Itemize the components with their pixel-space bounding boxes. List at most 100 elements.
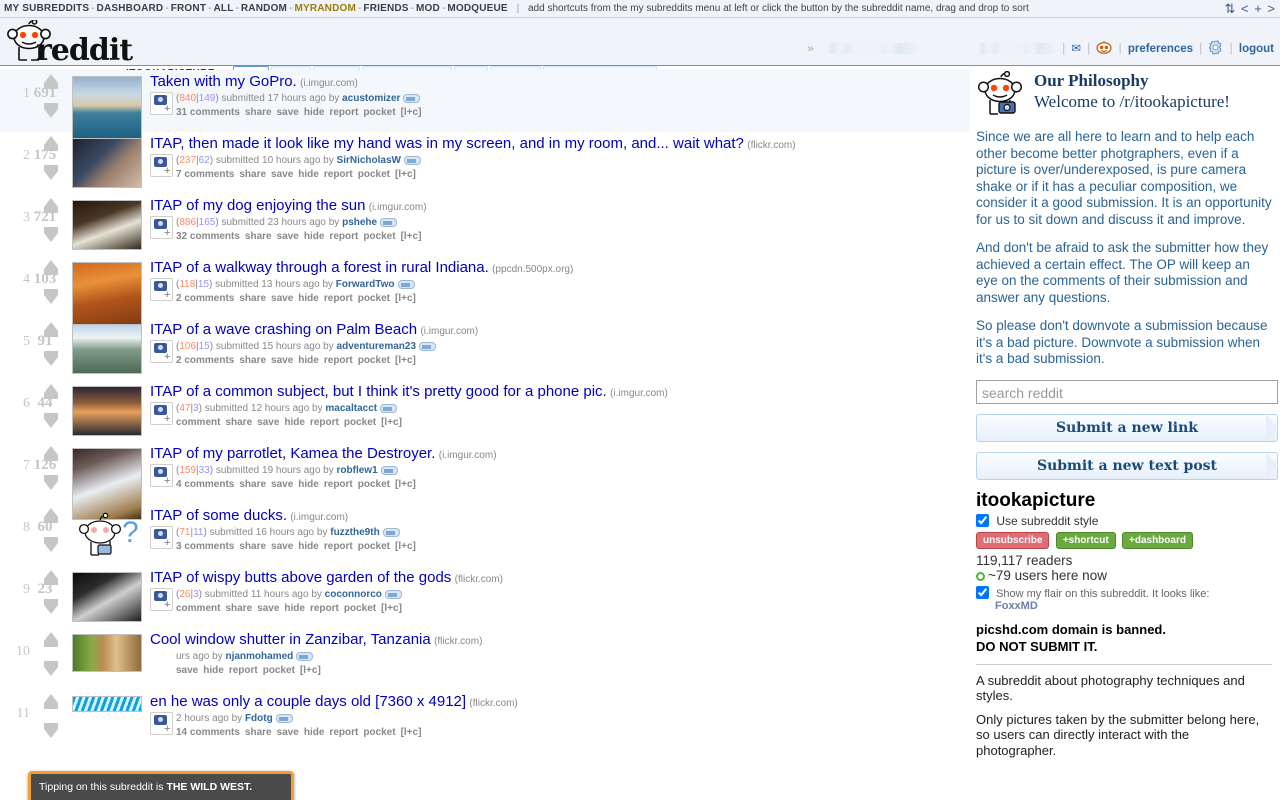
add-dashboard-button[interactable]: +dashboard [1122, 531, 1193, 549]
upvote-stem[interactable] [44, 331, 58, 337]
post-action-save[interactable]: save [271, 355, 293, 366]
expando-toggle-button[interactable]: + [150, 216, 173, 239]
post-action-lc[interactable]: [l+c] [395, 169, 416, 180]
upvote-stem[interactable] [44, 269, 58, 275]
post-title-link[interactable]: ITAP of my parrotlet, Kamea the Destroye… [150, 445, 435, 462]
post-title-link[interactable]: Taken with my GoPro. [150, 73, 297, 90]
downvote-arrow-icon[interactable] [44, 729, 58, 738]
chevron-double-right-icon[interactable]: » [807, 43, 813, 55]
downvote-button[interactable] [42, 723, 60, 738]
post-thumbnail[interactable] [72, 138, 142, 188]
post-action-report[interactable]: report [324, 541, 353, 552]
upvote-arrow-icon[interactable] [44, 570, 58, 579]
post-thumbnail[interactable] [72, 634, 142, 672]
downvote-button[interactable] [42, 165, 60, 180]
post-action-save[interactable]: save [271, 169, 293, 180]
upvote-arrow-icon[interactable] [44, 384, 58, 393]
downvote-button[interactable] [42, 661, 60, 676]
post-action-pocket[interactable]: pocket [358, 293, 390, 304]
upvote-arrow-icon[interactable] [44, 260, 58, 269]
post-domain[interactable]: (i.imgur.com) [439, 450, 497, 461]
post-title-link[interactable]: ITAP of a wave crashing on Palm Beach [150, 321, 417, 338]
post-action-pocket[interactable]: pocket [363, 727, 395, 738]
post-author-link[interactable]: Fdotg [245, 713, 273, 724]
post-action-report[interactable]: report [324, 479, 353, 490]
expando-toggle-button[interactable]: + [150, 340, 173, 363]
post-domain[interactable]: (ppcdn.500px.org) [492, 264, 573, 275]
downvote-button[interactable] [42, 351, 60, 366]
post-action-save[interactable]: save [271, 479, 293, 490]
envelope-icon[interactable]: ✉ [1071, 43, 1081, 55]
post-comments-link[interactable]: 3 comments [176, 541, 234, 552]
post-thumbnail[interactable] [72, 572, 142, 622]
downvote-button[interactable] [42, 227, 60, 242]
post-action-share[interactable]: share [239, 541, 266, 552]
post-action-save[interactable]: save [176, 665, 198, 676]
upvote-button[interactable] [42, 570, 60, 585]
downvote-arrow-icon[interactable] [44, 605, 58, 614]
upvote-arrow-icon[interactable] [44, 322, 58, 331]
post-domain[interactable]: (flickr.com) [455, 574, 503, 585]
shortcut-link-front[interactable]: FRONT [171, 3, 206, 14]
post-action-report[interactable]: report [324, 169, 353, 180]
post-action-lc[interactable]: [l+c] [401, 727, 422, 738]
post-thumbnail[interactable] [72, 200, 142, 250]
downvote-button[interactable] [42, 289, 60, 304]
upvote-stem[interactable] [44, 393, 58, 399]
post-action-hide[interactable]: hide [284, 417, 305, 428]
downvote-arrow-icon[interactable] [44, 667, 58, 676]
post-action-hide[interactable]: hide [298, 355, 319, 366]
post-action-save[interactable]: save [257, 417, 279, 428]
post-author-link[interactable]: robflew1 [337, 465, 378, 476]
upvote-button[interactable] [42, 322, 60, 337]
post-action-share[interactable]: share [239, 479, 266, 490]
logout-link[interactable]: logout [1239, 43, 1274, 55]
sort-updown-icon[interactable]: ⇅ [1224, 1, 1236, 16]
post-comments-link[interactable]: 14 comments [176, 727, 240, 738]
downvote-button[interactable] [42, 599, 60, 614]
downvote-arrow-icon[interactable] [44, 233, 58, 242]
upvote-button[interactable] [42, 198, 60, 213]
post-comments-link[interactable]: 2 comments [176, 355, 234, 366]
shortcut-link-mod[interactable]: MOD [416, 3, 440, 14]
post-action-pocket[interactable]: pocket [363, 231, 395, 242]
downvote-arrow-icon[interactable] [44, 419, 58, 428]
post-author-link[interactable]: njanmohamed [225, 651, 293, 662]
downvote-arrow-icon[interactable] [44, 109, 58, 118]
post-action-report[interactable]: report [229, 665, 258, 676]
post-domain[interactable]: (flickr.com) [469, 698, 517, 709]
reddit-gold-icon[interactable] [1096, 41, 1113, 54]
submit-text-label[interactable]: Submit a new text post [977, 453, 1277, 479]
post-domain[interactable]: (i.imgur.com) [420, 326, 478, 337]
reddit-wordmark[interactable]: reddit [36, 36, 133, 66]
post-comments-link[interactable]: comment [176, 417, 220, 428]
downvote-arrow-icon[interactable] [44, 357, 58, 366]
post-action-report[interactable]: report [310, 417, 339, 428]
post-action-report[interactable]: report [324, 355, 353, 366]
upvote-arrow-icon[interactable] [44, 694, 58, 703]
post-action-hide[interactable]: hide [304, 727, 325, 738]
shortcut-link-dashboard[interactable]: DASHBOARD [97, 3, 164, 14]
post-title-link[interactable]: ITAP of a common subject, but I think it… [150, 383, 607, 400]
post-action-share[interactable]: share [245, 107, 272, 118]
downvote-button[interactable] [42, 103, 60, 118]
downvote-button[interactable] [42, 413, 60, 428]
post-action-lc[interactable]: [l+c] [395, 293, 416, 304]
post-action-lc[interactable]: [l+c] [395, 355, 416, 366]
chevron-left-icon[interactable]: < [1241, 1, 1250, 16]
post-author-link[interactable]: pshehe [342, 217, 377, 228]
downvote-arrow-icon[interactable] [44, 295, 58, 304]
gear-icon[interactable] [1208, 40, 1223, 55]
post-comments-link[interactable]: 2 comments [176, 293, 234, 304]
post-thumbnail[interactable] [72, 696, 142, 712]
upvote-arrow-icon[interactable] [44, 508, 58, 517]
post-action-hide[interactable]: hide [298, 293, 319, 304]
unsubscribe-button[interactable]: unsubscribe [976, 531, 1050, 549]
post-action-report[interactable]: report [329, 107, 358, 118]
post-author-link[interactable]: acustomizer [342, 93, 400, 104]
post-action-pocket[interactable]: pocket [344, 417, 376, 428]
expando-toggle-button[interactable]: + [150, 402, 173, 425]
post-action-report[interactable]: report [310, 603, 339, 614]
post-action-share[interactable]: share [245, 231, 272, 242]
thumbnail-default-icon[interactable]: ? [72, 510, 142, 560]
